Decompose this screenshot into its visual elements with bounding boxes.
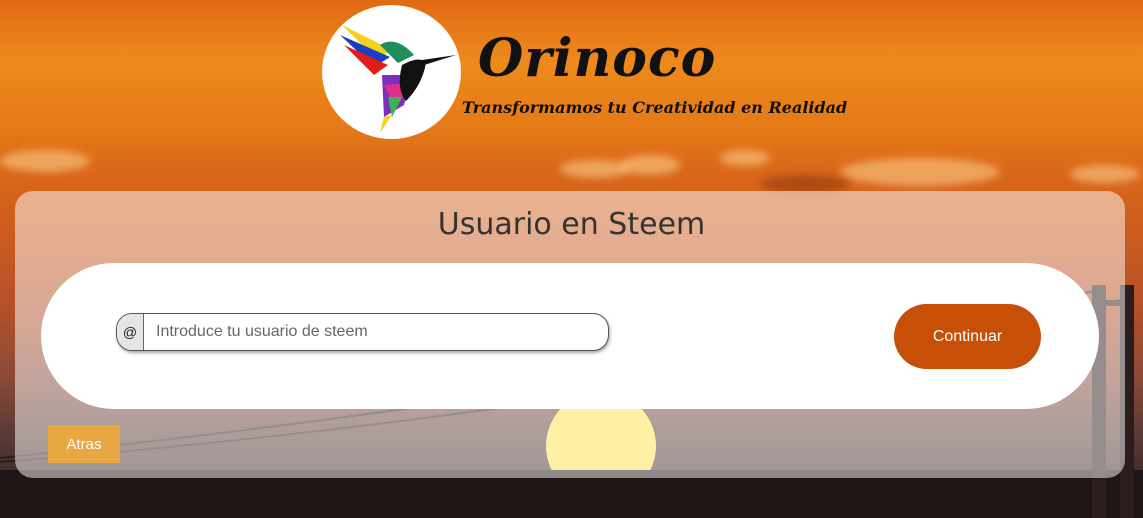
logo [322, 5, 461, 139]
brand-tagline: Transformamos tu Creatividad en Realidad [462, 98, 848, 117]
brand-name: Orinoco [478, 28, 717, 89]
page-title: Usuario en Steem [437, 207, 706, 242]
continue-button[interactable]: Continuar [894, 304, 1041, 369]
username-input-group: @ [116, 313, 609, 351]
page-background: Orinoco Transformamos tu Creatividad en … [0, 0, 1143, 518]
hummingbird-icon [340, 25, 456, 133]
username-input[interactable] [144, 314, 608, 350]
back-button[interactable]: Atras [48, 425, 120, 463]
at-prefix: @ [117, 314, 144, 350]
